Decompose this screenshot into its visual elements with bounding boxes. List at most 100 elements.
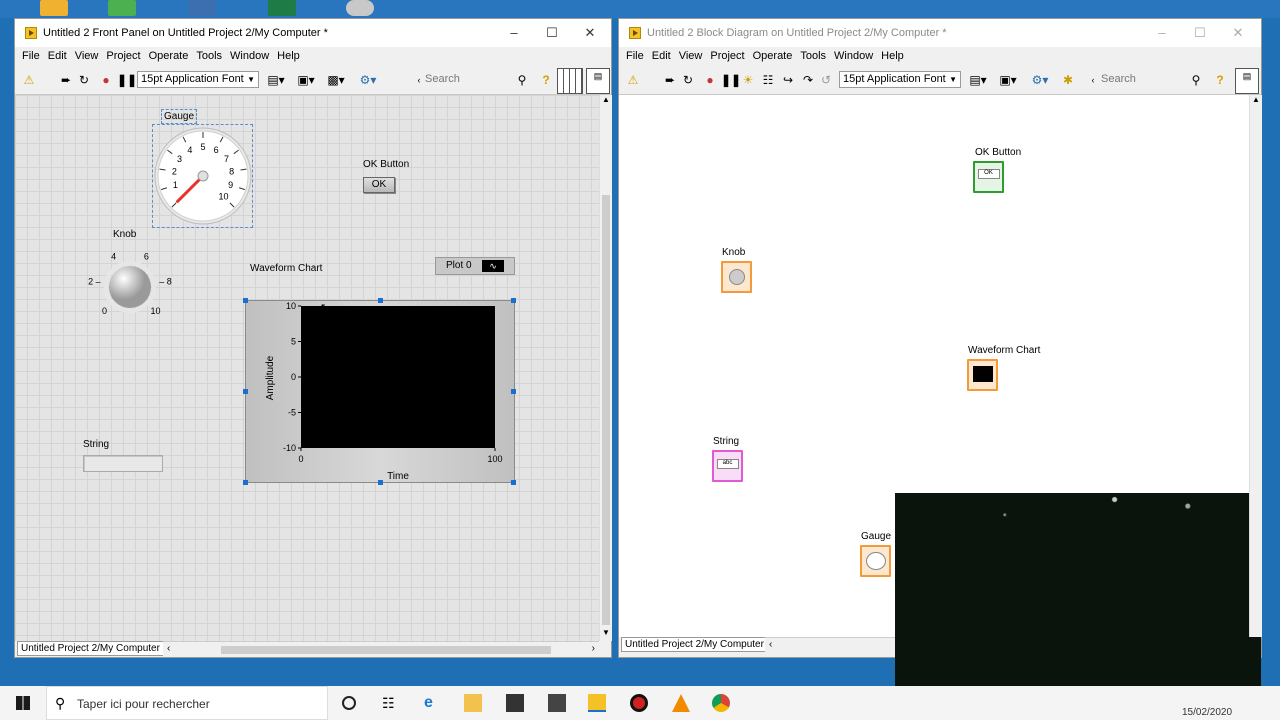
step-into-icon[interactable]: ↪ [781, 73, 795, 87]
vertical-scrollbar[interactable]: ▲ ▼ [599, 95, 612, 641]
resize-handle[interactable] [243, 389, 248, 394]
windows-start-icon[interactable] [16, 696, 30, 710]
warning-icon[interactable]: ⚠ [21, 73, 37, 87]
search-input[interactable]: Search [1101, 71, 1201, 88]
close-button[interactable]: ✕ [1219, 19, 1257, 47]
vlc-icon[interactable] [672, 694, 690, 712]
font-selector[interactable]: 15pt Application Font ▼ [137, 71, 259, 88]
block-diagram-canvas[interactable]: OK Button OK Knob Waveform Chart String … [619, 95, 1261, 711]
taskbar-search-box[interactable]: ⚲ Taper ici pour rechercher [46, 686, 328, 720]
resize-handle[interactable] [511, 389, 516, 394]
distribute-objects-icon[interactable]: ▣▾ [295, 73, 317, 87]
highlight-execution-icon[interactable]: ☀ [741, 73, 755, 87]
chevron-left-icon[interactable]: ‹ [415, 73, 423, 87]
block-diagram-titlebar[interactable]: Untitled 2 Block Diagram on Untitled Pro… [619, 19, 1261, 47]
resize-handle[interactable] [378, 480, 383, 485]
menu-file[interactable]: File [626, 50, 644, 62]
retain-wire-values-icon[interactable]: ☷ [761, 73, 775, 87]
connector-pane-icon[interactable] [557, 68, 583, 94]
resize-handle[interactable] [511, 298, 516, 303]
ok-button[interactable]: OK [363, 177, 395, 193]
step-over-icon[interactable]: ↷ [801, 73, 815, 87]
menu-edit[interactable]: Edit [48, 50, 67, 62]
distribute-objects-icon[interactable]: ▣▾ [997, 73, 1019, 87]
align-objects-icon[interactable]: ▤▾ [265, 73, 287, 87]
vi-icon[interactable]: ▤ [1235, 68, 1259, 94]
run-continuously-icon[interactable]: ↻ [77, 73, 91, 87]
menu-help[interactable]: Help [277, 50, 300, 62]
step-out-icon[interactable]: ↺ [819, 73, 833, 87]
scroll-down-arrow[interactable]: ▼ [600, 628, 612, 637]
record-icon[interactable] [630, 694, 648, 712]
run-continuously-icon[interactable]: ↻ [681, 73, 695, 87]
warning-icon[interactable]: ⚠ [625, 73, 641, 87]
run-arrow-icon[interactable]: ➨ [663, 73, 677, 87]
abort-icon[interactable]: ● [703, 73, 717, 87]
pause-icon[interactable]: ❚❚ [721, 73, 741, 87]
string-terminal[interactable]: abc [712, 450, 743, 482]
vertical-scrollbar[interactable]: ▲ [1249, 95, 1262, 637]
labview-taskbar-icon[interactable] [588, 694, 606, 712]
task-view-icon[interactable]: ☷ [382, 694, 400, 712]
menu-file[interactable]: File [22, 50, 40, 62]
cortana-icon[interactable] [342, 696, 356, 710]
scroll-right-arrow[interactable]: › [592, 643, 595, 654]
resize-handle[interactable] [243, 298, 248, 303]
menu-operate[interactable]: Operate [149, 50, 189, 62]
menu-edit[interactable]: Edit [652, 50, 671, 62]
resize-handle[interactable] [378, 298, 383, 303]
chevron-left-icon[interactable]: ‹ [1089, 73, 1097, 87]
resize-handle[interactable] [511, 480, 516, 485]
menu-window[interactable]: Window [230, 50, 269, 62]
menu-project[interactable]: Project [106, 50, 140, 62]
close-button[interactable]: ✕ [571, 19, 609, 47]
plot-legend[interactable]: Plot 0 ∿ [435, 257, 515, 275]
scroll-thumb[interactable] [221, 646, 551, 654]
minimize-button[interactable]: – [495, 19, 533, 47]
menu-tools[interactable]: Tools [800, 50, 826, 62]
desktop-app-icon[interactable] [346, 0, 374, 16]
desktop-app-icon[interactable] [40, 0, 68, 16]
menu-view[interactable]: View [75, 50, 99, 62]
vi-icon[interactable]: ▤ [586, 68, 610, 94]
help-icon[interactable]: ? [1213, 73, 1227, 87]
waveform-chart-terminal[interactable] [967, 359, 998, 391]
scroll-thumb[interactable] [602, 195, 610, 625]
gauge-terminal[interactable] [860, 545, 891, 577]
store-icon[interactable] [506, 694, 524, 712]
waveform-chart[interactable]: 10 5 0 -5 -10 0 100 Amplitude Time [245, 300, 515, 483]
horizontal-scrollbar[interactable]: ‹ › [163, 641, 599, 657]
menu-operate[interactable]: Operate [753, 50, 793, 62]
scroll-up-arrow[interactable]: ▲ [1250, 95, 1262, 104]
scroll-left-arrow[interactable]: ‹ [167, 643, 170, 654]
chrome-icon[interactable] [712, 694, 730, 712]
chrome-desktop-icon[interactable] [108, 0, 136, 16]
maximize-button[interactable]: ☐ [533, 19, 571, 47]
search-icon[interactable]: ⚲ [1189, 73, 1203, 87]
horizontal-scrollbar[interactable]: ‹ [765, 637, 895, 653]
knob-control[interactable]: 0 2 – 4 6 – 8 10 [85, 243, 175, 325]
resize-objects-icon[interactable]: ▩▾ [325, 73, 347, 87]
search-icon[interactable]: ⚲ [515, 73, 529, 87]
knob-terminal[interactable] [721, 261, 752, 293]
help-icon[interactable]: ? [539, 73, 553, 87]
align-objects-icon[interactable]: ▤▾ [967, 73, 989, 87]
reorder-icon[interactable]: ⚙▾ [357, 73, 379, 87]
ok-button-terminal[interactable]: OK [973, 161, 1004, 193]
run-arrow-icon[interactable]: ➨ [59, 73, 73, 87]
mail-icon[interactable] [548, 694, 566, 712]
front-panel-canvas[interactable]: Gauge 1 2 3 4 5 6 7 8 9 10 OK Button OK Knob 02 –… [15, 95, 599, 641]
abort-icon[interactable]: ● [99, 73, 113, 87]
gauge-indicator[interactable]: 1 234 5 678 910 [153, 125, 253, 227]
string-control[interactable] [83, 455, 163, 472]
menu-window[interactable]: Window [834, 50, 873, 62]
resize-handle[interactable] [243, 480, 248, 485]
edge-icon[interactable]: e [424, 694, 442, 712]
font-selector[interactable]: 15pt Application Font ▼ [839, 71, 961, 88]
menu-view[interactable]: View [679, 50, 703, 62]
desktop-app-icon[interactable] [188, 0, 216, 16]
reorder-icon[interactable]: ⚙▾ [1029, 73, 1051, 87]
front-panel-titlebar[interactable]: Untitled 2 Front Panel on Untitled Proje… [15, 19, 611, 47]
menu-help[interactable]: Help [881, 50, 904, 62]
maximize-button[interactable]: ☐ [1181, 19, 1219, 47]
